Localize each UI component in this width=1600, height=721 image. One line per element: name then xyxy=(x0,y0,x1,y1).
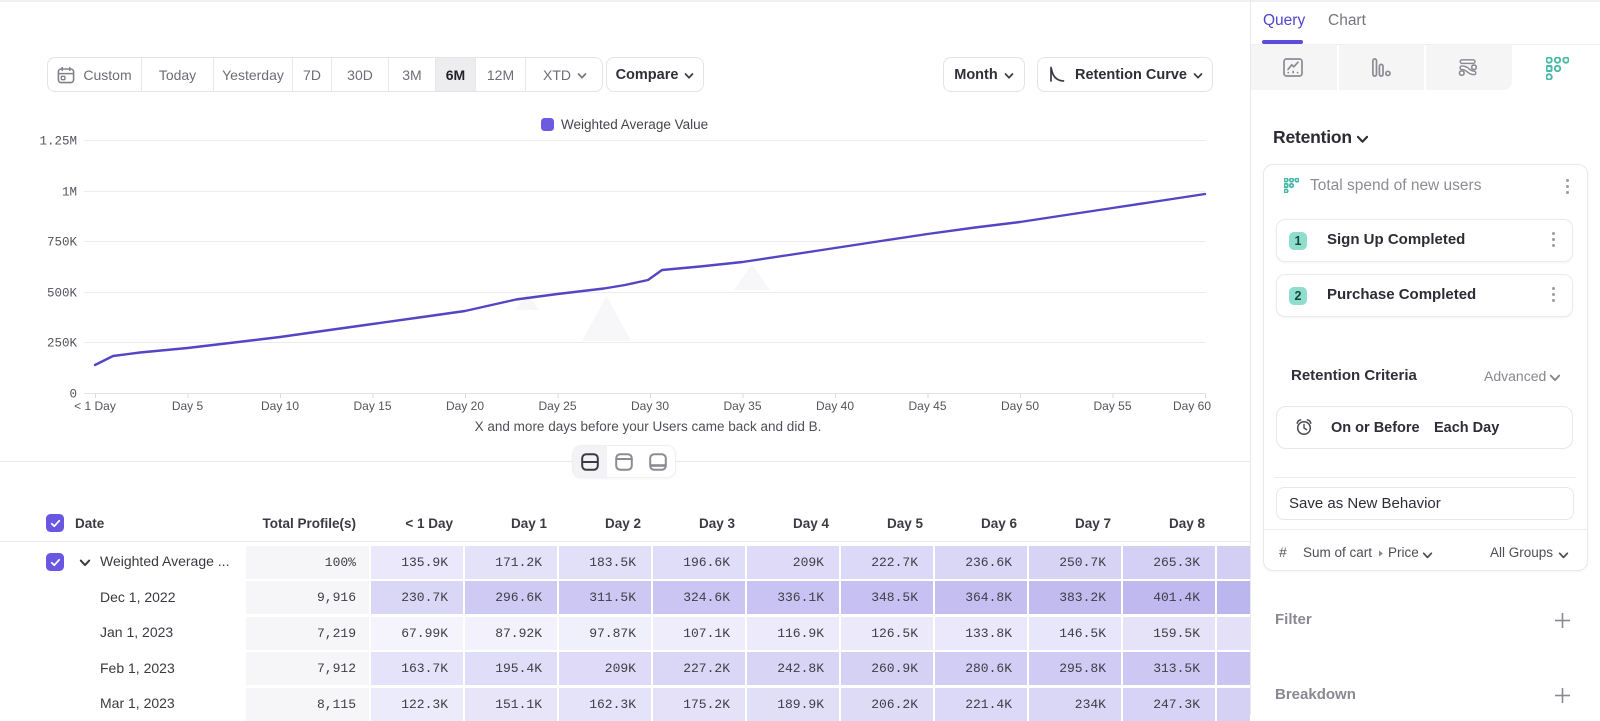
svg-text:Day 60: Day 60 xyxy=(1173,399,1211,413)
svg-text:Day 35: Day 35 xyxy=(723,399,761,413)
svg-text:500K: 500K xyxy=(47,287,78,301)
svg-text:1M: 1M xyxy=(62,186,77,200)
svg-text:X and more days before your Us: X and more days before your Users came b… xyxy=(475,419,822,434)
svg-text:Day 40: Day 40 xyxy=(816,399,854,413)
svg-text:Day 5: Day 5 xyxy=(172,399,204,413)
svg-text:750K: 750K xyxy=(47,236,78,250)
svg-text:< 1 Day: < 1 Day xyxy=(74,399,116,413)
svg-text:250K: 250K xyxy=(47,337,78,351)
svg-text:Day 20: Day 20 xyxy=(446,399,484,413)
svg-text:Day 55: Day 55 xyxy=(1093,399,1131,413)
svg-text:Day 45: Day 45 xyxy=(908,399,946,413)
svg-text:Day 30: Day 30 xyxy=(631,399,669,413)
svg-text:1.25M: 1.25M xyxy=(39,135,77,149)
svg-text:Day 50: Day 50 xyxy=(1001,399,1039,413)
svg-text:Day 15: Day 15 xyxy=(353,399,391,413)
svg-text:Day 10: Day 10 xyxy=(261,399,299,413)
svg-text:Day 25: Day 25 xyxy=(538,399,576,413)
